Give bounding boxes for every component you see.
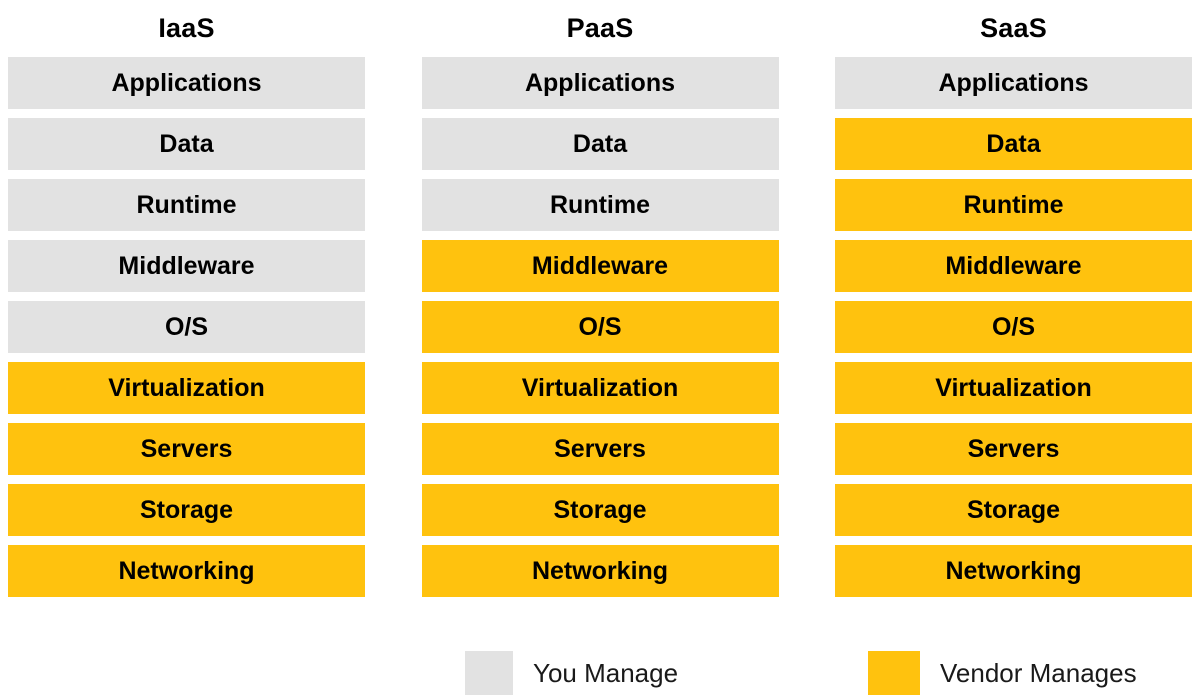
layer-data: Data <box>8 118 365 170</box>
layer-runtime: Runtime <box>421 179 779 231</box>
legend: You Manage Vendor Manages <box>0 625 1200 700</box>
layer-networking: Networking <box>835 545 1192 597</box>
service-model-diagram: IaaS Applications Data Runtime Middleware O/S… <box>0 0 1200 625</box>
layer-storage: Storage <box>421 484 779 536</box>
column-title: IaaS <box>158 13 215 43</box>
layer-data: Data <box>835 118 1192 170</box>
layer-middleware: Middleware <box>8 240 365 292</box>
layer-o-s: O/S <box>835 301 1192 353</box>
layer-networking: Networking <box>421 545 779 597</box>
layer-stack: Applications Data Runtime Middleware O/S Virt… <box>421 57 779 597</box>
layer-virtualization: Virtualization <box>421 362 779 414</box>
layer-servers: Servers <box>8 423 365 475</box>
column-title: SaaS <box>980 13 1047 43</box>
layer-servers: Servers <box>835 423 1192 475</box>
legend-label: Vendor Manages <box>940 657 1137 688</box>
layer-data: Data <box>421 118 779 170</box>
layer-virtualization: Virtualization <box>8 362 365 414</box>
service-model-column-saas: SaaS Applications Data Runtime Middleware O/S… <box>835 0 1192 625</box>
service-model-column-iaas: IaaS Applications Data Runtime Middleware O/S… <box>8 0 365 625</box>
legend-swatch-you-manage <box>465 651 513 695</box>
layer-middleware: Middleware <box>421 240 779 292</box>
layer-applications: Applications <box>8 57 365 109</box>
legend-item-vendor-manages: Vendor Manages <box>868 651 1137 695</box>
service-model-column-paas: PaaS Applications Data Runtime Middleware O/S… <box>421 0 779 625</box>
layer-storage: Storage <box>8 484 365 536</box>
layer-middleware: Middleware <box>835 240 1192 292</box>
layer-servers: Servers <box>421 423 779 475</box>
legend-swatch-vendor-manages <box>868 651 920 695</box>
layer-stack: Applications Data Runtime Middleware O/S Virt… <box>835 57 1192 597</box>
layer-runtime: Runtime <box>835 179 1192 231</box>
column-title: PaaS <box>566 13 634 43</box>
legend-item-you-manage: You Manage <box>465 651 678 695</box>
layer-o-s: O/S <box>421 301 779 353</box>
layer-applications: Applications <box>421 57 779 109</box>
layer-virtualization: Virtualization <box>835 362 1192 414</box>
layer-storage: Storage <box>835 484 1192 536</box>
layer-networking: Networking <box>8 545 365 597</box>
layer-applications: Applications <box>835 57 1192 109</box>
layer-stack: Applications Data Runtime Middleware O/S Virt… <box>8 57 365 597</box>
layer-runtime: Runtime <box>8 179 365 231</box>
layer-o-s: O/S <box>8 301 365 353</box>
legend-label: You Manage <box>533 657 679 688</box>
